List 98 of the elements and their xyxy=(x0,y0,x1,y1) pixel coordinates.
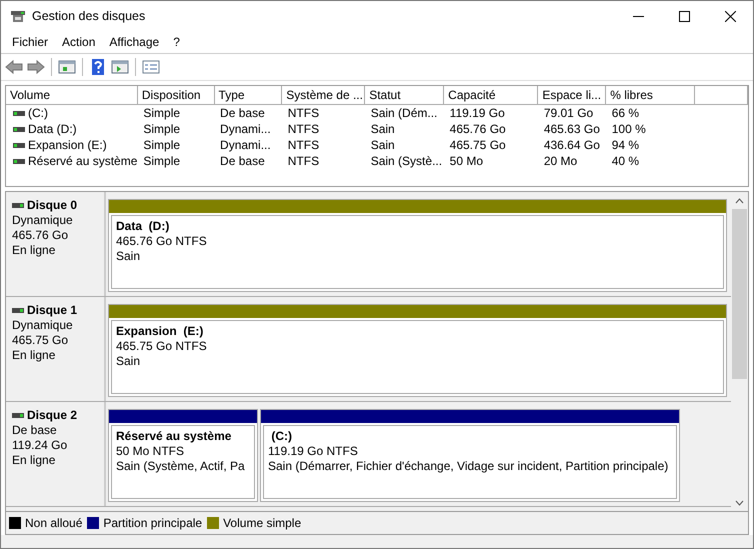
action-pane-icon xyxy=(111,59,129,75)
disk-size: 465.75 Go xyxy=(12,333,70,348)
disk-type: Dynamique xyxy=(12,213,74,228)
disk-management-icon xyxy=(10,9,26,23)
table-cell-text: Sain xyxy=(370,121,396,137)
table-cell-text: NTFS xyxy=(286,121,320,137)
properties-icon xyxy=(142,59,160,75)
table-cell-text: 465.76 Go xyxy=(448,121,507,137)
table-cell: 119.19 Go xyxy=(444,104,538,121)
disk-size: 465.76 Go xyxy=(12,228,70,243)
disk-status: En ligne xyxy=(12,243,56,258)
column-header[interactable]: Statut xyxy=(364,86,444,104)
partition[interactable]: (C:) 119.19 Go NTFS Sain (Démarrer, Fichier d'échange, Vidage sur incident, Partition principale) xyxy=(260,409,680,502)
menu-item[interactable]: Affichage xyxy=(102,35,166,49)
scroll-down-icon xyxy=(735,500,744,506)
partition-size: 50 Mo NTFS xyxy=(116,444,186,459)
table-cell-text: Simple xyxy=(142,137,182,153)
column-header[interactable]: Type xyxy=(214,86,282,104)
disk-name: Disque 2 xyxy=(27,408,78,423)
properties-button[interactable] xyxy=(142,58,160,76)
table-cell-text: De base xyxy=(219,153,266,169)
table-cell: 79.01 Go xyxy=(538,104,606,121)
volume-icon xyxy=(13,126,25,132)
partition-title: (C:) xyxy=(270,429,293,444)
partition-title: Réservé au système xyxy=(116,429,232,444)
table-cell-text: 465.75 Go xyxy=(448,137,507,153)
table-cell: (C:) xyxy=(28,106,48,120)
help-icon xyxy=(89,59,107,75)
partition-size: 119.19 Go NTFS xyxy=(268,444,359,459)
partition-status: Sain (Démarrer, Fichier d'échange, Vidage sur incident, Partition principale) xyxy=(268,459,670,474)
column-header[interactable]: % libres xyxy=(606,86,695,104)
panel-icon xyxy=(58,59,76,75)
partition-status: Sain xyxy=(116,354,142,369)
table-cell: Data (D:) xyxy=(28,122,77,136)
partition[interactable]: Réservé au système 50 Mo NTFS Sain (Système, Actif, Pa xyxy=(108,409,258,502)
table-cell-text: Simple xyxy=(142,121,182,137)
table-cell: Expansion (E:) xyxy=(28,138,107,152)
table-cell: NTFS xyxy=(282,104,365,121)
table-cell-text: NTFS xyxy=(286,153,320,169)
disk-name: Disque 0 xyxy=(27,198,78,213)
action-pane-button[interactable] xyxy=(111,58,129,76)
partition-title: Expansion (E:) xyxy=(116,324,204,339)
column-header[interactable]: Volume xyxy=(6,86,138,104)
table-cell-text: 465.63 Go xyxy=(542,121,601,137)
partition[interactable]: Data (D:) 465.76 Go NTFS Sain xyxy=(108,199,727,292)
back-button[interactable] xyxy=(5,58,23,76)
table-cell-text: 100 % xyxy=(610,121,647,137)
disk-status: En ligne xyxy=(12,453,56,468)
column-header[interactable]: Capacité xyxy=(444,86,538,104)
partition-status: Sain xyxy=(116,249,142,264)
table-cell: Sain (Dém... xyxy=(364,104,444,121)
table-cell-text: NTFS xyxy=(286,137,320,153)
disk-type: Dynamique xyxy=(12,318,74,333)
table-cell-text: 50 Mo xyxy=(448,153,484,169)
forward-button[interactable] xyxy=(27,58,45,76)
table-cell: Réservé au système xyxy=(28,154,138,168)
volume-icon xyxy=(13,158,25,164)
table-cell-text: Dynami... xyxy=(219,137,272,153)
disk-type: De base xyxy=(12,423,58,438)
table-cell-text: Simple xyxy=(142,153,182,169)
legend-label: Non alloué xyxy=(25,516,82,530)
legend-label: Volume simple xyxy=(223,516,302,530)
partition-title: Data (D:) xyxy=(116,219,170,234)
partition-size: 465.76 Go NTFS xyxy=(116,234,208,249)
table-cell-text: 40 % xyxy=(610,153,640,169)
back-icon xyxy=(5,59,23,75)
table-cell: De base xyxy=(214,104,282,121)
table-cell-text: Sain (Systè... xyxy=(370,153,444,169)
panel-button[interactable] xyxy=(58,58,76,76)
column-header[interactable]: Système de ... xyxy=(282,86,365,104)
volume-icon xyxy=(13,142,25,148)
menu-item[interactable]: ? xyxy=(166,35,187,49)
table-cell-text: Sain xyxy=(370,137,396,153)
menu-item[interactable]: Action xyxy=(55,35,102,49)
table-cell-text: Dynami... xyxy=(219,121,272,137)
disk-status: En ligne xyxy=(12,348,56,363)
forward-icon xyxy=(27,59,45,75)
legend-label: Partition principale xyxy=(103,516,202,530)
table-cell-text: 20 Mo xyxy=(542,153,578,169)
volume-icon xyxy=(13,110,25,116)
table-cell: 66 % xyxy=(606,104,695,121)
table-cell-text: 436.64 Go xyxy=(542,137,601,153)
column-header[interactable]: Espace li... xyxy=(538,86,606,104)
maximize-icon xyxy=(678,10,690,22)
column-header[interactable]: Disposition xyxy=(137,86,214,104)
window-title: Gestion des disques xyxy=(32,9,146,23)
partition-size: 465.75 Go NTFS xyxy=(116,339,208,354)
disk-size: 119.24 Go xyxy=(12,438,68,453)
partition-status: Sain (Système, Actif, Pa xyxy=(116,459,246,474)
disk-name: Disque 1 xyxy=(27,303,78,318)
table-cell-text: 94 % xyxy=(610,137,640,153)
partition[interactable]: Expansion (E:) 465.75 Go NTFS Sain xyxy=(108,304,727,397)
help-button[interactable] xyxy=(89,58,107,76)
scroll-up-icon xyxy=(735,198,744,204)
table-cell: Simple xyxy=(137,104,214,121)
scroll-thumb[interactable] xyxy=(732,209,747,379)
menu-item[interactable]: Fichier xyxy=(5,35,56,49)
close-icon xyxy=(724,10,736,22)
